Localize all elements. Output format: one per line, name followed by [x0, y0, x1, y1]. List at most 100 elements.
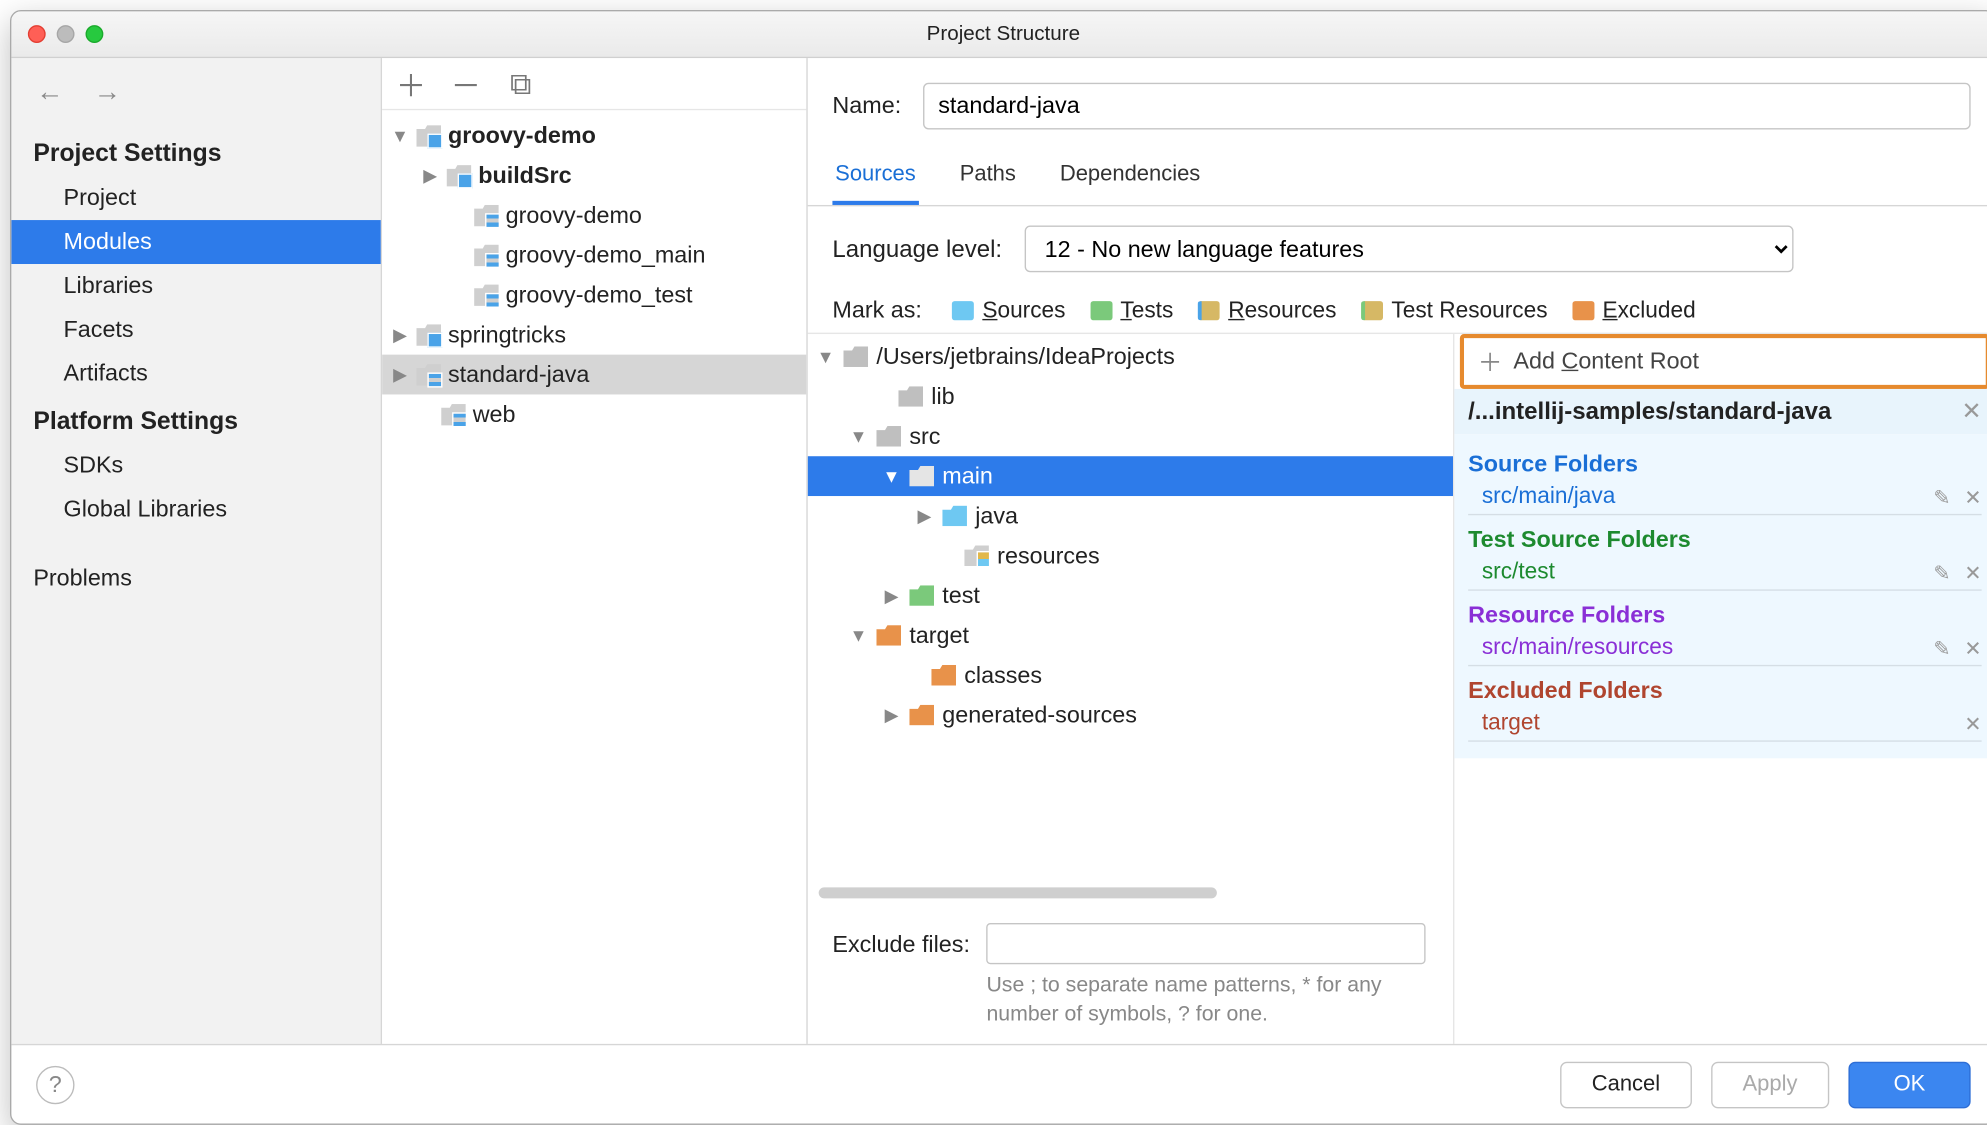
project-structure-window: Project Structure ← → Project Settings P…	[10, 10, 1987, 1125]
dir-row[interactable]: ▶ generated-sources	[808, 695, 1453, 735]
tests-icon	[1090, 301, 1112, 320]
chevron-right-icon[interactable]: ▶	[390, 364, 409, 386]
edit-icon[interactable]: ✎	[1933, 560, 1950, 585]
content-roots-panel: ＋ Add Content Root /...intellij-samples/…	[1453, 334, 1987, 1044]
mark-sources-button[interactable]: Sources	[952, 298, 1065, 324]
chevron-down-icon[interactable]: ▼	[882, 466, 901, 487]
edit-icon[interactable]: ✎	[1933, 635, 1950, 660]
mark-excluded-button[interactable]: Excluded	[1572, 298, 1695, 324]
module-tabs: Sources Paths Dependencies	[808, 143, 1987, 206]
dir-row[interactable]: ▼ src	[808, 416, 1453, 456]
module-detail-panel: Name: Sources Paths Dependencies Languag…	[808, 58, 1987, 1044]
back-icon[interactable]: ←	[36, 77, 63, 109]
chevron-right-icon[interactable]: ▶	[882, 585, 901, 607]
nav-modules[interactable]: Modules	[11, 220, 380, 264]
resource-folder-item[interactable]: src/main/resources ✎ ✕	[1468, 632, 1982, 666]
module-name-input[interactable]	[923, 83, 1970, 130]
modules-tree[interactable]: ▼ groovy-demo ▶ buildSrc groovy-demo	[382, 110, 806, 1044]
remove-icon[interactable]: ✕	[1964, 560, 1981, 585]
module-icon	[474, 244, 499, 266]
remove-root-icon[interactable]: ✕	[1961, 397, 1981, 426]
directory-tree[interactable]: ▼ /Users/jetbrains/IdeaProjects lib ▼ sr…	[808, 334, 1453, 879]
apply-button[interactable]: Apply	[1711, 1061, 1829, 1108]
chevron-right-icon[interactable]: ▶	[390, 324, 409, 346]
nav-project[interactable]: Project	[11, 176, 380, 220]
nav-libraries[interactable]: Libraries	[11, 264, 380, 308]
nav-facets[interactable]: Facets	[11, 308, 380, 352]
tree-row[interactable]: groovy-demo_test	[382, 275, 806, 315]
remove-icon[interactable]: －	[451, 61, 481, 105]
test-source-folders-heading: Test Source Folders	[1468, 515, 1982, 556]
dir-label: lib	[931, 383, 954, 410]
source-folder-item[interactable]: src/main/java ✎✕	[1468, 481, 1982, 515]
folder-path: src/main/resources	[1482, 635, 1673, 661]
mark-test-resources-button[interactable]: Test Resources	[1361, 298, 1547, 324]
chevron-down-icon[interactable]: ▼	[849, 426, 868, 447]
dir-label: classes	[964, 661, 1042, 688]
tree-row[interactable]: ▶ buildSrc	[382, 156, 806, 196]
remove-icon[interactable]: ✕	[1964, 635, 1981, 660]
tree-row[interactable]: ▶ springtricks	[382, 315, 806, 355]
dir-label: resources	[997, 542, 1099, 569]
chevron-right-icon[interactable]: ▶	[882, 704, 901, 726]
excluded-folder-item[interactable]: target ✕	[1468, 707, 1982, 741]
tree-row[interactable]: groovy-demo_main	[382, 235, 806, 275]
tree-row[interactable]: ▼ groovy-demo	[382, 116, 806, 156]
tab-paths[interactable]: Paths	[957, 151, 1019, 205]
sources-icon	[952, 301, 974, 320]
exclude-files-input[interactable]	[986, 923, 1425, 964]
horizontal-scrollbar[interactable]	[819, 888, 1231, 902]
tree-row[interactable]: groovy-demo	[382, 195, 806, 235]
titlebar: Project Structure	[11, 11, 1987, 58]
tab-sources[interactable]: Sources	[832, 151, 918, 205]
copy-icon[interactable]: ⧉	[506, 66, 536, 102]
help-icon[interactable]: ?	[36, 1065, 74, 1103]
dir-label: test	[942, 582, 980, 609]
modules-toolbar: ＋ － ⧉	[382, 58, 806, 110]
edit-icon[interactable]: ✎	[1933, 484, 1950, 509]
folder-path: src/test	[1482, 559, 1555, 585]
test-source-folder-item[interactable]: src/test ✎ ✕	[1468, 556, 1982, 590]
mark-as-row: Mark as: Sources Tests Resources Test Re…	[808, 286, 1987, 333]
dir-row[interactable]: ▼ /Users/jetbrains/IdeaProjects	[808, 337, 1453, 377]
dir-row[interactable]: ▶ test	[808, 576, 1453, 616]
nav-sdks[interactable]: SDKs	[11, 444, 380, 488]
dir-row[interactable]: ▼ main	[808, 456, 1453, 496]
module-label: web	[473, 401, 516, 428]
nav-global-libraries[interactable]: Global Libraries	[11, 488, 380, 532]
nav-problems[interactable]: Problems	[11, 556, 380, 600]
language-level-select[interactable]: 12 - No new language features	[1024, 226, 1793, 273]
dir-row[interactable]: classes	[808, 655, 1453, 695]
dir-row[interactable]: resources	[808, 536, 1453, 576]
chevron-right-icon[interactable]: ▶	[421, 164, 440, 186]
chevron-down-icon[interactable]: ▼	[390, 125, 409, 146]
chevron-down-icon[interactable]: ▼	[849, 625, 868, 646]
language-level-row: Language level: 12 - No new language fea…	[808, 206, 1987, 286]
module-group-icon	[416, 125, 441, 147]
chevron-right-icon[interactable]: ▶	[915, 505, 934, 527]
dir-row[interactable]: lib	[808, 377, 1453, 417]
remove-icon[interactable]: ✕	[1964, 484, 1981, 509]
tab-dependencies[interactable]: Dependencies	[1057, 151, 1203, 205]
chevron-down-icon[interactable]: ▼	[816, 346, 835, 367]
mark-resources-button[interactable]: Resources	[1198, 298, 1337, 324]
ok-button[interactable]: OK	[1848, 1061, 1970, 1108]
add-content-root-button[interactable]: ＋ Add Content Root	[1460, 334, 1987, 389]
module-label: groovy-demo	[506, 202, 642, 229]
forward-icon[interactable]: →	[94, 77, 121, 109]
nav-artifacts[interactable]: Artifacts	[11, 352, 380, 396]
module-icon	[441, 403, 466, 425]
cancel-button[interactable]: Cancel	[1560, 1061, 1692, 1108]
content-root-path[interactable]: /...intellij-samples/standard-java ✕	[1454, 389, 1987, 434]
name-row: Name:	[808, 58, 1987, 143]
tree-row[interactable]: web	[382, 394, 806, 434]
remove-icon[interactable]: ✕	[1964, 711, 1981, 736]
dir-label: target	[909, 622, 969, 649]
tree-row[interactable]: ▶ standard-java	[382, 355, 806, 395]
add-icon[interactable]: ＋	[396, 61, 426, 105]
dir-row[interactable]: ▶ java	[808, 496, 1453, 536]
mark-tests-button[interactable]: Tests	[1090, 298, 1173, 324]
excluded-folder-icon	[931, 665, 956, 686]
module-label: groovy-demo_test	[506, 281, 693, 308]
dir-row[interactable]: ▼ target	[808, 615, 1453, 655]
